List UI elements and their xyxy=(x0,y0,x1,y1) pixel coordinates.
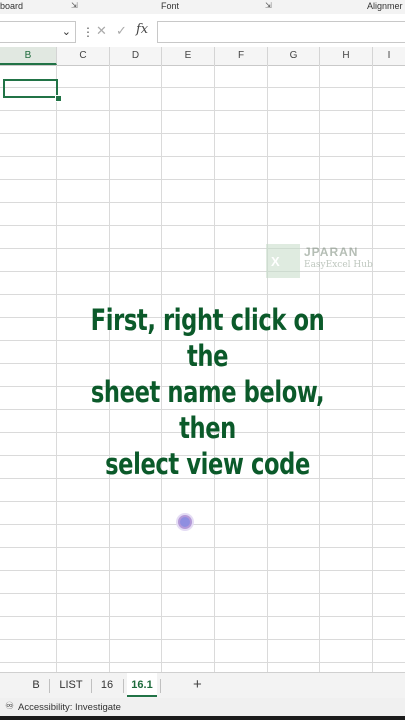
mouse-cursor-indicator xyxy=(178,515,192,529)
watermark-title: JPARAN xyxy=(304,245,359,259)
window-bottom-edge xyxy=(0,716,405,720)
column-header-d[interactable]: D xyxy=(110,47,162,65)
tab-divider xyxy=(91,679,92,693)
check-icon[interactable]: ✓ xyxy=(116,23,127,39)
name-box[interactable]: ⌄ xyxy=(0,21,76,43)
column-header-row: B C D E F G H I xyxy=(0,47,405,66)
formula-bar: ⌄ ⋮ ✕ ✓ fx xyxy=(0,17,405,48)
insert-function-icon[interactable]: fx xyxy=(136,22,148,37)
ribbon-group-labels: board ⇲ Font ⇲ Alignmer xyxy=(0,0,405,14)
add-sheet-icon[interactable]: + xyxy=(193,676,202,693)
column-header-c[interactable]: C xyxy=(57,47,110,65)
more-options-icon[interactable]: ⋮ xyxy=(82,25,94,39)
tab-divider xyxy=(49,679,50,693)
column-header-g[interactable]: G xyxy=(268,47,320,65)
accessibility-status[interactable]: Accessibility: Investigate xyxy=(18,702,121,713)
column-header-f[interactable]: F xyxy=(215,47,268,65)
sheet-tab-list[interactable]: LIST xyxy=(54,673,88,697)
font-dialog-launcher-icon[interactable]: ⇲ xyxy=(265,1,272,10)
font-group-label: Font xyxy=(161,1,180,11)
formula-input[interactable] xyxy=(157,21,405,43)
alignment-group-label: Alignmer xyxy=(367,1,403,11)
accessibility-icon[interactable]: ♾ xyxy=(5,701,14,712)
excel-logo-icon: X xyxy=(266,244,300,278)
caption-line-1: First, right click on the xyxy=(90,303,325,373)
instruction-caption: First, right click on the sheet name bel… xyxy=(69,302,346,482)
sheet-tab-b[interactable]: B xyxy=(26,673,46,697)
watermark-subtitle: EasyExcel Hub xyxy=(304,260,373,270)
sheet-tab-bar: B LIST 16 16.1 + xyxy=(0,672,405,699)
column-header-e[interactable]: E xyxy=(162,47,215,65)
active-cell[interactable] xyxy=(3,79,58,98)
caption-line-3: select view code xyxy=(105,447,310,481)
sheet-tab-16-1[interactable]: 16.1 xyxy=(127,673,157,697)
clipboard-dialog-launcher-icon[interactable]: ⇲ xyxy=(71,1,78,10)
column-header-i[interactable]: I xyxy=(373,47,405,65)
chevron-down-icon[interactable]: ⌄ xyxy=(62,25,71,38)
column-header-b[interactable]: B xyxy=(0,47,57,65)
status-bar: ♾ Accessibility: Investigate xyxy=(0,698,405,716)
caption-line-2: sheet name below, then xyxy=(90,375,325,445)
fill-handle[interactable] xyxy=(55,95,62,102)
close-icon[interactable]: ✕ xyxy=(96,23,107,39)
clipboard-group-label: board xyxy=(0,1,24,11)
tab-divider xyxy=(160,679,161,693)
tab-divider xyxy=(123,679,124,693)
sheet-tab-16[interactable]: 16 xyxy=(95,673,119,697)
column-header-h[interactable]: H xyxy=(320,47,373,65)
watermark: X JPARAN EasyExcel Hub xyxy=(266,244,376,280)
